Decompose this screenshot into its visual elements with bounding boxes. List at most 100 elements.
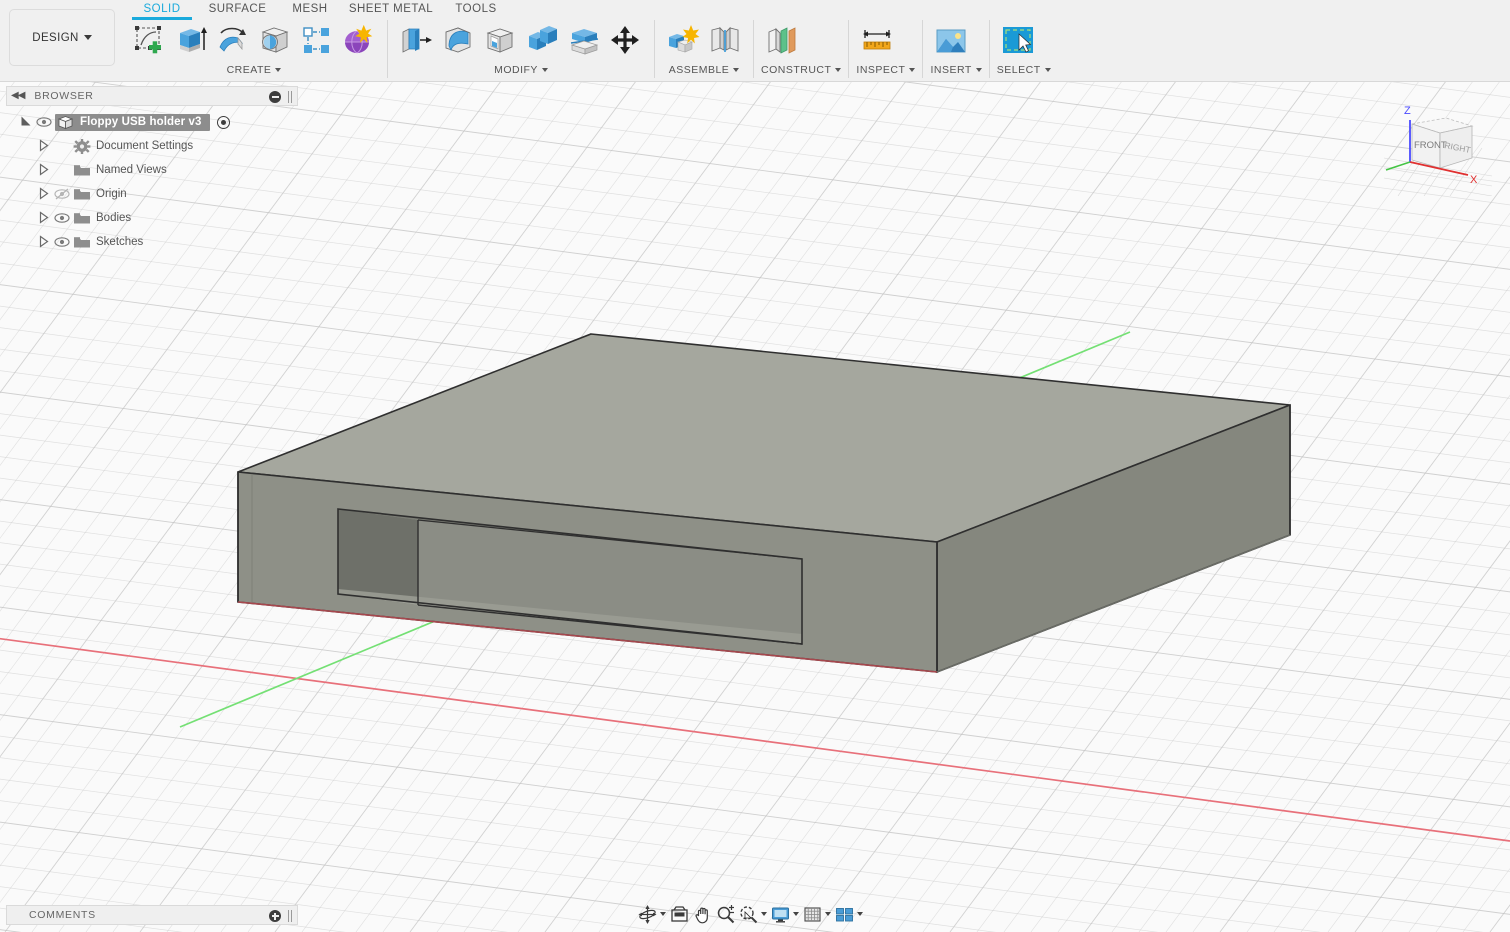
chevron-down-icon[interactable] — [793, 912, 799, 916]
hole-icon[interactable] — [254, 20, 296, 62]
expand-triangle-icon[interactable] — [38, 235, 52, 249]
ribbon-tab-label: MESH — [292, 3, 327, 15]
chevron-down-icon — [542, 68, 548, 72]
eye-icon[interactable] — [54, 235, 70, 249]
orbit-icon[interactable] — [636, 903, 668, 925]
panel-dropdown-modify[interactable]: MODIFY — [395, 62, 647, 78]
split-face-icon[interactable] — [563, 20, 605, 62]
panel-dropdown-select[interactable]: SELECT — [997, 62, 1051, 78]
eye-placeholder — [54, 163, 70, 177]
browser-title: BROWSER — [34, 90, 93, 102]
workspace-switch-label: DESIGN — [32, 32, 79, 44]
expand-triangle-icon[interactable] — [20, 115, 34, 129]
browser-root-label: Floppy USB holder v3 — [80, 116, 202, 128]
rectangular-pattern-icon[interactable] — [296, 20, 338, 62]
chevron-down-icon — [976, 68, 982, 72]
plus-circle-icon[interactable] — [269, 910, 281, 922]
expand-triangle-icon[interactable] — [38, 139, 52, 153]
ribbon-tab-mesh[interactable]: MESH — [279, 1, 341, 18]
browser-item-origin[interactable]: Origin — [6, 182, 298, 206]
joint-icon[interactable] — [704, 20, 746, 62]
eye-icon[interactable] — [54, 187, 70, 201]
offset-plane-icon[interactable] — [761, 20, 803, 62]
expand-triangle-icon[interactable] — [38, 211, 52, 225]
panel-tool-row — [930, 18, 981, 62]
browser-tree: Floppy USB holder v3 Document SettingsNam… — [6, 106, 298, 254]
browser-item-bodies[interactable]: Bodies — [6, 206, 298, 230]
create-sketch-icon[interactable] — [128, 20, 170, 62]
double-chevron-left-icon[interactable]: ◀◀ — [11, 91, 24, 101]
display-settings-icon[interactable] — [769, 903, 801, 925]
ribbon-tab-surface[interactable]: SURFACE — [196, 1, 279, 18]
panel-dropdown-insert[interactable]: INSERT — [930, 62, 981, 78]
eye-icon[interactable] — [54, 211, 70, 225]
combine-icon[interactable] — [521, 20, 563, 62]
panel-dropdown-inspect[interactable]: INSPECT — [856, 62, 915, 78]
pan-icon[interactable] — [691, 903, 714, 925]
browser-root-row[interactable]: Floppy USB holder v3 — [6, 110, 298, 134]
ribbon-tab-tools[interactable]: TOOLS — [441, 1, 511, 18]
ribbon-tab-bar: SOLIDSURFACE MESH SHEET METAL TOOLS — [128, 0, 511, 18]
view-cube[interactable]: FRONT RIGHT Z X — [1384, 96, 1492, 196]
panel-separator — [848, 20, 849, 78]
ribbon-tab-label: SHEET METAL — [349, 3, 433, 15]
panel-dropdown-assemble[interactable]: ASSEMBLE — [662, 62, 746, 78]
chevron-down-icon[interactable] — [761, 912, 767, 916]
revolve-icon[interactable] — [212, 20, 254, 62]
grid-snaps-icon[interactable] — [801, 903, 833, 925]
move-copy-icon[interactable] — [605, 20, 647, 62]
shell-icon[interactable] — [479, 20, 521, 62]
automate-icon[interactable] — [338, 20, 380, 62]
ribbon-tab-sheet-metal[interactable]: SHEET METAL — [341, 1, 441, 18]
extrude-icon[interactable] — [170, 20, 212, 62]
panel-dropdown-construct[interactable]: CONSTRUCT — [761, 62, 841, 78]
expand-triangle-icon[interactable] — [38, 187, 52, 201]
panel-resize-grip[interactable] — [287, 91, 293, 103]
ribbon-tab-label: TOOLS — [455, 3, 496, 15]
zoom-icon[interactable] — [714, 903, 737, 925]
folder-icon — [73, 187, 91, 201]
browser-item-document-settings[interactable]: Document Settings — [6, 134, 298, 158]
viewcube-y-axis — [1386, 162, 1410, 170]
ribbon-tab-solid[interactable]: SOLID — [128, 1, 196, 18]
measure-icon[interactable] — [856, 20, 898, 62]
insert-image-icon[interactable] — [930, 20, 972, 62]
viewports-icon[interactable] — [833, 903, 865, 925]
panel-label-text: ASSEMBLE — [669, 64, 730, 76]
viewcube-z-label: Z — [1404, 105, 1411, 117]
expand-triangle-icon[interactable] — [38, 163, 52, 177]
fillet-icon[interactable] — [437, 20, 479, 62]
panel-label-text: SELECT — [997, 64, 1041, 76]
select-window-icon[interactable] — [997, 20, 1039, 62]
viewcube-front-label: FRONT — [1414, 140, 1447, 151]
folder-icon — [73, 235, 91, 249]
ribbon-panel-select: SELECT — [997, 18, 1051, 80]
chevron-down-icon[interactable] — [857, 912, 863, 916]
comments-resize-grip[interactable] — [287, 910, 293, 922]
browser-item-named-views[interactable]: Named Views — [6, 158, 298, 182]
minus-circle-icon[interactable] — [269, 91, 281, 103]
browser-item-label: Origin — [96, 188, 127, 200]
chevron-down-icon[interactable] — [825, 912, 831, 916]
fit-icon[interactable] — [737, 903, 769, 925]
panel-separator — [922, 20, 923, 78]
eye-placeholder — [54, 139, 70, 153]
comments-panel[interactable]: COMMENTS — [6, 905, 298, 925]
panel-tool-row — [662, 18, 746, 62]
panel-tool-row — [128, 18, 380, 62]
press-pull-icon[interactable] — [395, 20, 437, 62]
chevron-down-icon[interactable] — [660, 912, 666, 916]
gear-icon — [73, 139, 91, 153]
browser-item-sketches[interactable]: Sketches — [6, 230, 298, 254]
browser-header[interactable]: ◀◀ BROWSER — [6, 86, 298, 106]
panel-label-text: CREATE — [227, 64, 272, 76]
browser-root-chip[interactable]: Floppy USB holder v3 — [55, 114, 210, 131]
workspace-switch-button[interactable]: DESIGN — [9, 9, 115, 66]
panel-dropdown-create[interactable]: CREATE — [128, 62, 380, 78]
eye-icon[interactable] — [36, 115, 52, 129]
new-component-icon[interactable] — [662, 20, 704, 62]
ribbon-panel-row: CREATE MODIFY — [128, 18, 1051, 80]
panel-separator — [654, 20, 655, 78]
look-at-icon[interactable] — [668, 903, 691, 925]
activate-component-radio[interactable] — [217, 116, 230, 129]
